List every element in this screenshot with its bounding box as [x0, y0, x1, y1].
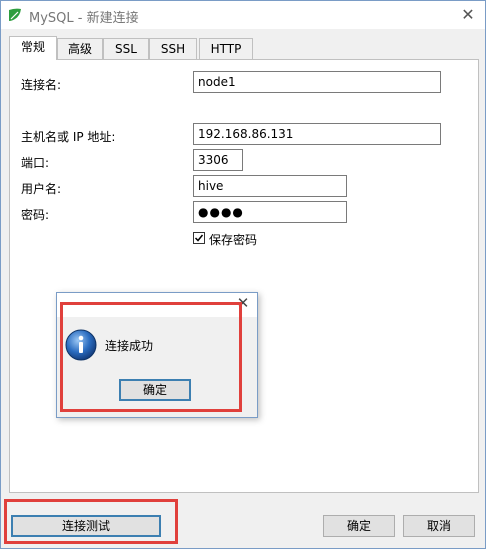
dialog-title-bar[interactable]: ✕ — [57, 293, 257, 317]
tab-advanced[interactable]: 高级 — [57, 38, 103, 59]
password-label: 密码: — [21, 208, 50, 222]
info-icon — [65, 329, 97, 361]
test-connection-button[interactable]: 连接测试 — [11, 515, 161, 537]
username-input[interactable]: hive — [193, 175, 347, 197]
port-input[interactable]: 3306 — [193, 149, 243, 171]
success-message: 连接成功 — [105, 339, 154, 353]
host-label: 主机名或 IP 地址: — [21, 130, 116, 144]
host-input[interactable]: 192.168.86.131 — [193, 123, 441, 145]
connection-success-dialog: ✕ 连接成功 确定 — [56, 292, 258, 418]
checkmark-icon — [194, 234, 204, 242]
connection-name-input[interactable]: node1 — [193, 71, 441, 93]
tab-ssh[interactable]: SSH — [149, 38, 197, 59]
username-label: 用户名: — [21, 182, 62, 196]
tab-ssl[interactable]: SSL — [103, 38, 149, 59]
window-title: MySQL - 新建连接 — [29, 11, 139, 26]
tab-general[interactable]: 常规 — [9, 36, 57, 60]
new-connection-window: MySQL - 新建连接 ✕ 常规 高级 SSL SSH HTTP 连接名: n… — [0, 0, 486, 549]
cancel-button[interactable]: 取消 — [403, 515, 475, 537]
connection-name-label: 连接名: — [21, 78, 62, 92]
tab-http[interactable]: HTTP — [199, 38, 253, 59]
close-icon[interactable]: ✕ — [457, 5, 479, 25]
save-password-label: 保存密码 — [209, 233, 258, 247]
title-bar[interactable]: MySQL - 新建连接 ✕ — [1, 1, 485, 29]
navicat-leaf-icon — [7, 7, 23, 23]
ok-button[interactable]: 确定 — [323, 515, 395, 537]
password-input[interactable]: ●●●● — [193, 201, 347, 223]
port-label: 端口: — [21, 156, 50, 170]
dialog-close-icon[interactable]: ✕ — [233, 293, 253, 313]
dialog-ok-button[interactable]: 确定 — [119, 379, 191, 401]
dialog-body: 连接成功 确定 — [57, 317, 257, 417]
save-password-checkbox[interactable] — [193, 232, 205, 244]
